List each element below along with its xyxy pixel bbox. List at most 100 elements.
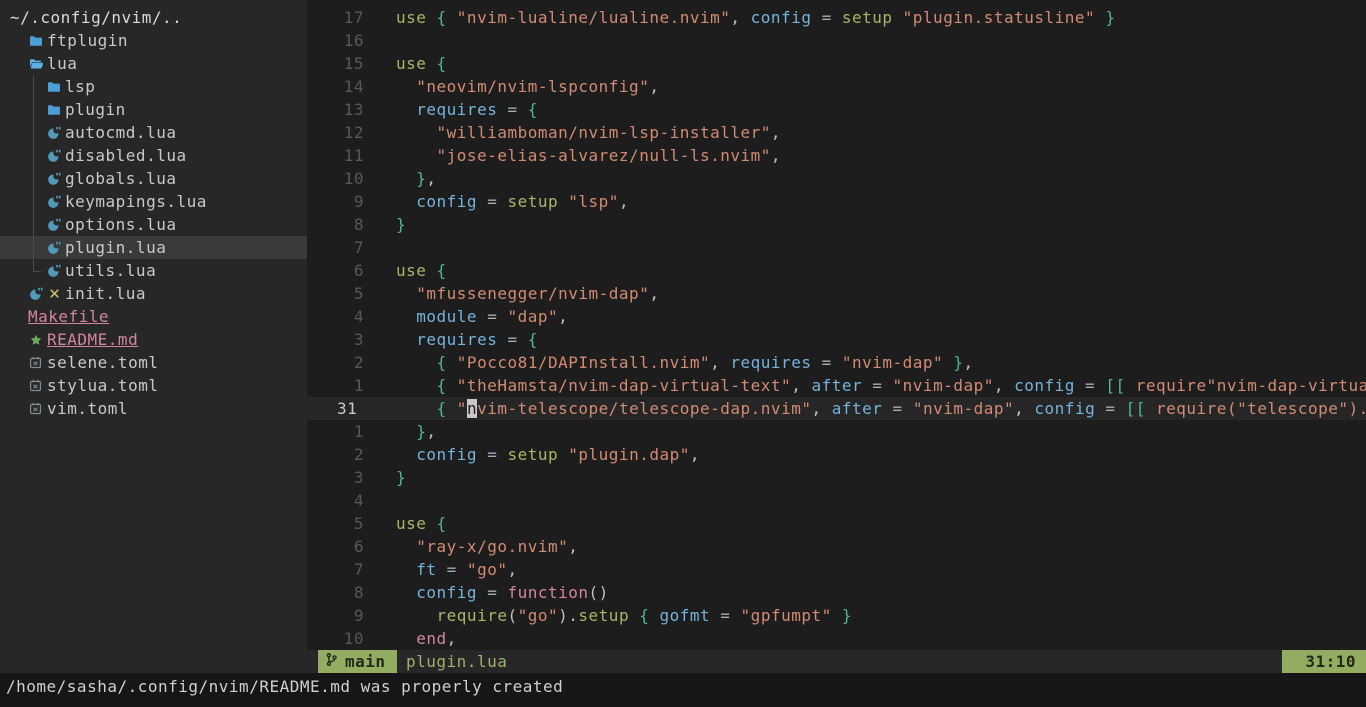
- lua-icon: [46, 195, 61, 209]
- tree-item-disabled-lua[interactable]: disabled.lua: [0, 144, 307, 167]
- code-text: use {: [396, 52, 447, 75]
- line-number: 9: [307, 190, 364, 213]
- tree-item-init-lua[interactable]: init.lua: [0, 282, 307, 305]
- code-line[interactable]: 3 requires = {: [307, 328, 1366, 351]
- lua-icon: [28, 287, 43, 301]
- code-text: "mfussenegger/nvim-dap",: [396, 282, 659, 305]
- code-line[interactable]: 14 "neovim/nvim-lspconfig",: [307, 75, 1366, 98]
- lua-icon: [46, 126, 61, 140]
- code-text: config = setup "plugin.dap",: [396, 443, 700, 466]
- tree-item-globals-lua[interactable]: globals.lua: [0, 167, 307, 190]
- tree-item-label: Makefile: [28, 307, 109, 326]
- code-line[interactable]: 2 config = setup "plugin.dap",: [307, 443, 1366, 466]
- lua-icon: [46, 241, 61, 255]
- tree-item-label: keymapings.lua: [65, 192, 207, 211]
- code-line[interactable]: 15use {: [307, 52, 1366, 75]
- code-text: "ray-x/go.nvim",: [396, 535, 578, 558]
- line-number: 5: [307, 512, 364, 535]
- tree-item-label: autocmd.lua: [65, 123, 176, 142]
- tree-item-readme-md[interactable]: README.md: [0, 328, 307, 351]
- code-line[interactable]: 6 "ray-x/go.nvim",: [307, 535, 1366, 558]
- indent-guide: [33, 144, 34, 167]
- block-cursor: n: [467, 399, 477, 418]
- tree-item-keymapings-lua[interactable]: keymapings.lua: [0, 190, 307, 213]
- x-icon: [47, 288, 61, 299]
- toml-icon: [28, 379, 43, 392]
- line-number: 4: [307, 305, 364, 328]
- code-line[interactable]: 1 },: [307, 420, 1366, 443]
- code-editor[interactable]: 17 use { "nvim-lualine/lualine.nvim", con…: [307, 0, 1366, 650]
- code-line[interactable]: 5use {: [307, 512, 1366, 535]
- code-line[interactable]: 8}: [307, 213, 1366, 236]
- tree-item-plugin[interactable]: plugin: [0, 98, 307, 121]
- code-line[interactable]: 6use {: [307, 259, 1366, 282]
- code-line[interactable]: 2 { "Pocco81/DAPInstall.nvim", requires …: [307, 351, 1366, 374]
- line-number: 12: [307, 121, 364, 144]
- indent-guide: [33, 213, 34, 236]
- git-branch-icon: [325, 652, 338, 671]
- tree-item-options-lua[interactable]: options.lua: [0, 213, 307, 236]
- code-text: config = setup "lsp",: [396, 190, 629, 213]
- lua-icon: [46, 264, 61, 278]
- code-line[interactable]: 10 end,: [307, 627, 1366, 650]
- code-line[interactable]: 9 config = setup "lsp",: [307, 190, 1366, 213]
- tree-item-autocmd-lua[interactable]: autocmd.lua: [0, 121, 307, 144]
- tree-item-stylua-toml[interactable]: stylua.toml: [0, 374, 307, 397]
- lua-icon: [46, 172, 61, 186]
- code-line[interactable]: 9 require("go").setup { gofmt = "gpfumpt…: [307, 604, 1366, 627]
- line-number: 8: [307, 581, 364, 604]
- code-text: }: [396, 466, 406, 489]
- code-line[interactable]: 4: [307, 489, 1366, 512]
- line-number: 17: [307, 6, 364, 29]
- tree-item-makefile[interactable]: Makefile: [0, 305, 307, 328]
- code-text: use {: [396, 259, 447, 282]
- code-line-current[interactable]: 31 { "nvim-telescope/telescope-dap.nvim"…: [307, 397, 1366, 420]
- line-number: 2: [307, 443, 364, 466]
- code-line[interactable]: 7 ft = "go",: [307, 558, 1366, 581]
- code-line[interactable]: 3}: [307, 466, 1366, 489]
- toml-icon: [28, 356, 43, 369]
- tree-item-ftplugin[interactable]: ftplugin: [0, 29, 307, 52]
- code-text: "neovim/nvim-lspconfig",: [396, 75, 659, 98]
- file-tree[interactable]: ~/.config/nvim/.. ftplugin lua lspplugin au…: [0, 0, 307, 650]
- code-line[interactable]: 10 },: [307, 167, 1366, 190]
- code-line[interactable]: 4 module = "dap",: [307, 305, 1366, 328]
- tree-item-utils-lua[interactable]: utils.lua: [0, 259, 307, 282]
- code-line[interactable]: 1 { "theHamsta/nvim-dap-virtual-text", a…: [307, 374, 1366, 397]
- code-line[interactable]: 11 "jose-elias-alvarez/null-ls.nvim",: [307, 144, 1366, 167]
- code-line[interactable]: 8 config = function(): [307, 581, 1366, 604]
- tree-item-label: vim.toml: [47, 399, 128, 418]
- code-line[interactable]: 5 "mfussenegger/nvim-dap",: [307, 282, 1366, 305]
- tree-item-label: options.lua: [65, 215, 176, 234]
- tree-item-label: lua: [47, 54, 77, 73]
- code-line[interactable]: 12 "williamboman/nvim-lsp-installer",: [307, 121, 1366, 144]
- tree-item-plugin-lua[interactable]: plugin.lua: [0, 236, 307, 259]
- code-text: config = function(): [396, 581, 609, 604]
- line-number: 10: [307, 627, 364, 650]
- line-number: 16: [307, 29, 364, 52]
- code-line[interactable]: 16: [307, 29, 1366, 52]
- code-line[interactable]: 17 use { "nvim-lualine/lualine.nvim", con…: [307, 6, 1366, 29]
- code-text: }: [396, 213, 406, 236]
- indent-guide: [33, 98, 34, 121]
- line-number: 10: [307, 167, 364, 190]
- file-tree-root[interactable]: ~/.config/nvim/..: [0, 6, 307, 29]
- tree-item-label: globals.lua: [65, 169, 176, 188]
- line-number: 5: [307, 282, 364, 305]
- tree-item-lsp[interactable]: lsp: [0, 75, 307, 98]
- line-number: 6: [307, 535, 364, 558]
- folder-icon: [28, 34, 43, 48]
- folder-open-icon: [28, 57, 43, 71]
- tree-item-lua[interactable]: lua: [0, 52, 307, 75]
- code-line[interactable]: 7: [307, 236, 1366, 259]
- tree-item-label: selene.toml: [47, 353, 158, 372]
- tree-item-selene-toml[interactable]: selene.toml: [0, 351, 307, 374]
- code-text: ft = "go",: [396, 558, 518, 581]
- tree-item-vim-toml[interactable]: vim.toml: [0, 397, 307, 420]
- code-text: use { "nvim-lualine/lualine.nvim", confi…: [396, 6, 1115, 29]
- code-line[interactable]: 13 requires = {: [307, 98, 1366, 121]
- tree-item-label: ftplugin: [47, 31, 128, 50]
- folder-icon: [46, 103, 61, 117]
- statusline: main plugin.lua 31:10: [0, 650, 1366, 673]
- indent-guide: [33, 75, 34, 98]
